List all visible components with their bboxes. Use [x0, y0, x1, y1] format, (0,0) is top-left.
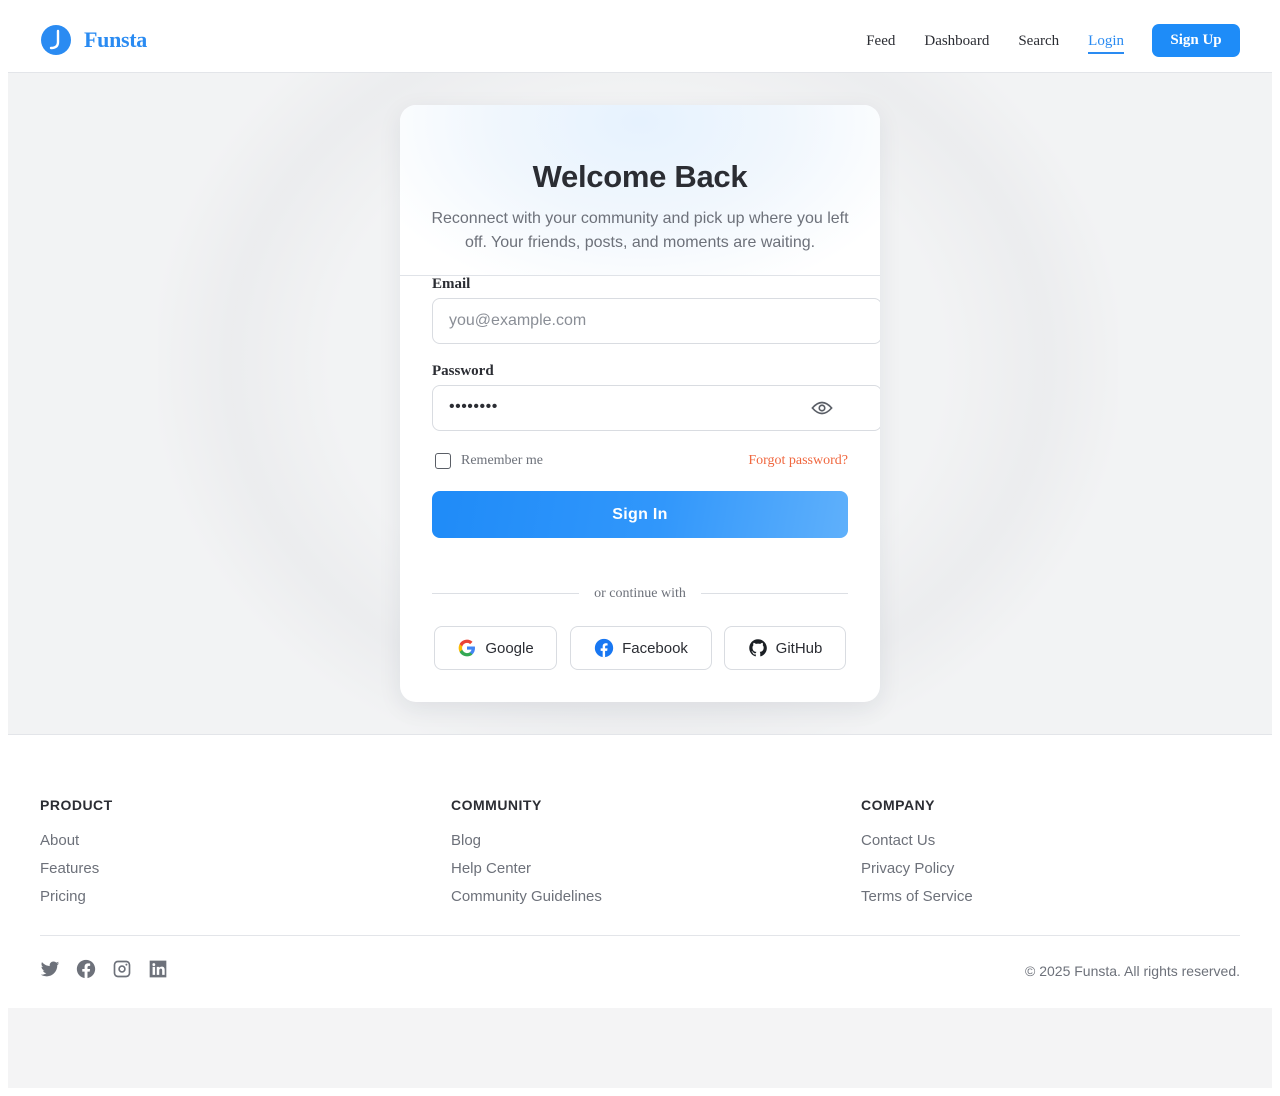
nav-link-dashboard[interactable]: Dashboard: [924, 25, 989, 57]
facebook-login-button[interactable]: Facebook: [570, 626, 712, 670]
footer-link-contact[interactable]: Contact Us: [861, 827, 973, 855]
page-bottom-band: [8, 1008, 1272, 1088]
footer-link-pricing[interactable]: Pricing: [40, 883, 113, 911]
facebook-icon: [594, 638, 614, 658]
show-password-icon[interactable]: [811, 399, 833, 417]
divider-text: or continue with: [594, 586, 686, 601]
footer-column-community: COMMUNITY Blog Help Center Community Gui…: [451, 797, 602, 911]
copyright-text: © 2025 Funsta. All rights reserved.: [1025, 963, 1240, 979]
footer-link-help-center[interactable]: Help Center: [451, 855, 602, 883]
page-title: Welcome Back: [532, 159, 748, 194]
nav-link-login[interactable]: Login: [1088, 25, 1124, 57]
footer-link-community-guidelines[interactable]: Community Guidelines: [451, 883, 602, 911]
footer-column-product: PRODUCT About Features Pricing: [40, 797, 113, 911]
google-label: Google: [485, 639, 534, 657]
github-label: GitHub: [775, 639, 823, 657]
password-value: ••••••••: [449, 398, 498, 415]
password-label: Password: [432, 363, 494, 379]
facebook-icon[interactable]: [76, 959, 96, 979]
forgot-password-link[interactable]: Forgot password?: [748, 453, 848, 469]
brand-logo[interactable]: Funsta: [40, 24, 147, 56]
google-login-button[interactable]: Google: [434, 626, 557, 670]
footer-social-icons: [40, 959, 168, 979]
instagram-icon[interactable]: [112, 959, 132, 979]
nav-link-feed[interactable]: Feed: [866, 25, 895, 57]
footer-link-privacy[interactable]: Privacy Policy: [861, 855, 973, 883]
footer-link-terms[interactable]: Terms of Service: [861, 883, 973, 911]
logo-icon: [41, 25, 71, 55]
login-card: Welcome Back Reconnect with your communi…: [400, 105, 880, 702]
email-field[interactable]: [432, 298, 880, 344]
facebook-label: Facebook: [622, 639, 688, 657]
footer-heading: COMMUNITY: [451, 797, 542, 813]
footer-link-about[interactable]: About: [40, 827, 113, 855]
footer-link-blog[interactable]: Blog: [451, 827, 602, 855]
top-navbar: Funsta Feed Dashboard Search Login Sign …: [8, 0, 1272, 73]
github-login-button[interactable]: GitHub: [724, 626, 846, 670]
signin-button[interactable]: Sign In: [432, 491, 848, 538]
remember-checkbox[interactable]: [435, 453, 451, 469]
login-card-header: Welcome Back Reconnect with your communi…: [400, 105, 880, 276]
footer-link-features[interactable]: Features: [40, 855, 113, 883]
linkedin-icon[interactable]: [148, 959, 168, 979]
signup-button[interactable]: Sign Up: [1152, 24, 1240, 57]
footer-heading: COMPANY: [861, 797, 936, 813]
remember-label: Remember me: [461, 453, 544, 468]
footer-heading: PRODUCT: [40, 797, 113, 813]
brand-name: Funsta: [84, 27, 147, 52]
page-subtitle: Reconnect with your community and pick u…: [431, 210, 849, 251]
twitter-icon[interactable]: [40, 959, 60, 979]
footer-column-company: COMPANY Contact Us Privacy Policy Terms …: [861, 797, 973, 911]
footer-divider: [40, 935, 1240, 936]
login-section: Welcome Back Reconnect with your communi…: [8, 73, 1272, 735]
divider-line-right: [701, 593, 848, 594]
nav-links: Feed Dashboard Search Login Sign Up: [837, 24, 1240, 57]
nav-link-search[interactable]: Search: [1018, 25, 1059, 57]
email-label: Email: [432, 276, 471, 292]
google-icon: [458, 639, 476, 657]
github-icon: [748, 639, 767, 657]
divider: or continue with: [432, 584, 848, 604]
footer: PRODUCT About Features Pricing COMMUNITY…: [8, 735, 1272, 1008]
remember-me[interactable]: Remember me: [435, 453, 543, 469]
